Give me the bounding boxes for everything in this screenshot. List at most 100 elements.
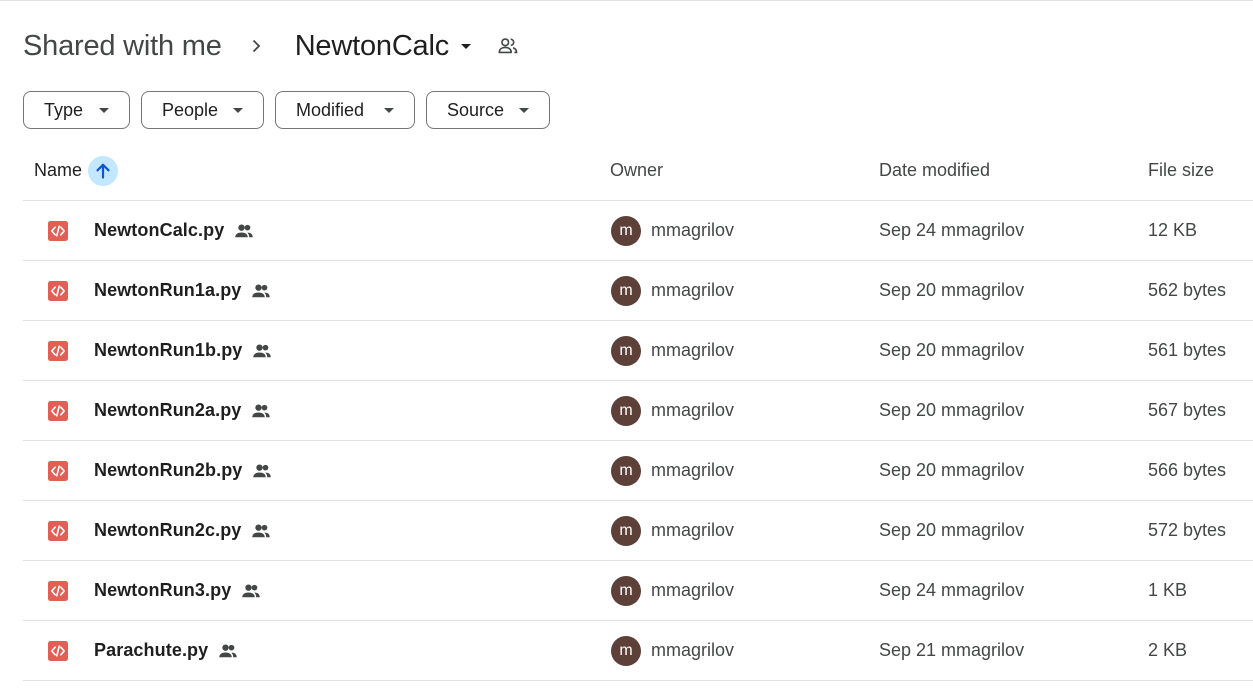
- file-size-column-header[interactable]: File size: [1148, 141, 1214, 200]
- file-name[interactable]: NewtonRun3.py: [94, 580, 231, 601]
- avatar: m: [611, 455, 641, 486]
- date-modified-cell: Sep 20 mmagrilov: [879, 460, 1025, 480]
- caret-down-icon: [233, 107, 243, 113]
- code-file-icon: [47, 580, 69, 602]
- caret-down-icon: [384, 107, 394, 113]
- file-row[interactable]: NewtonRun2b.py m mmagrilov Sep 20 mmagri…: [23, 441, 1253, 501]
- name-cell: NewtonRun1b.py: [47, 321, 272, 380]
- code-file-icon: [47, 340, 69, 362]
- owner-name: mmagrilov: [651, 520, 735, 540]
- filter-type-chip[interactable]: Type: [23, 91, 130, 129]
- share-button[interactable]: [495, 33, 521, 59]
- folder-menu-button[interactable]: NewtonCalc: [294, 29, 472, 63]
- date-modified-cell: Sep 20 mmagrilov: [879, 280, 1025, 300]
- filter-source-label: Source: [447, 99, 505, 120]
- code-file-icon: [47, 520, 69, 542]
- filter-source-chip[interactable]: Source: [426, 91, 550, 129]
- file-name[interactable]: NewtonRun2b.py: [94, 460, 242, 481]
- top-divider: [0, 0, 1253, 1]
- date-modified-cell: Sep 24 mmagrilov: [879, 580, 1025, 600]
- file-name[interactable]: Parachute.py: [94, 640, 208, 661]
- name-cell: NewtonRun1a.py: [47, 261, 271, 320]
- owner-cell: m mmagrilov: [611, 621, 734, 680]
- date-modified-cell: Sep 20 mmagrilov: [879, 340, 1025, 360]
- shared-people-icon: [251, 281, 271, 301]
- file-size-cell: 567 bytes: [1148, 400, 1227, 420]
- file-row[interactable]: NewtonRun3.py m mmagrilov Sep 24 mmagril…: [23, 561, 1253, 621]
- owner-cell: m mmagrilov: [611, 201, 734, 260]
- name-cell: NewtonCalc.py: [47, 201, 254, 260]
- code-file-icon: [47, 280, 69, 302]
- file-size-cell: 561 bytes: [1148, 340, 1227, 360]
- filter-people-label: People: [162, 99, 219, 120]
- owner-cell: m mmagrilov: [611, 441, 734, 500]
- owner-name: mmagrilov: [651, 340, 735, 360]
- filter-modified-chip[interactable]: Modified: [275, 91, 415, 129]
- file-size-cell: 2 KB: [1148, 640, 1188, 660]
- file-rows: NewtonCalc.py m mmagrilov Sep 24 mmagril…: [23, 201, 1253, 681]
- caret-down-icon: [461, 43, 472, 49]
- file-size-cell: 12 KB: [1148, 220, 1198, 240]
- owner-column-header[interactable]: Owner: [610, 141, 663, 200]
- file-name[interactable]: NewtonCalc.py: [94, 220, 224, 241]
- avatar: m: [611, 635, 641, 666]
- avatar: m: [611, 335, 641, 366]
- owner-cell: m mmagrilov: [611, 321, 734, 380]
- code-file-icon: [47, 460, 69, 482]
- name-cell: NewtonRun3.py: [47, 561, 261, 620]
- filter-modified-label: Modified: [296, 99, 365, 120]
- file-name[interactable]: NewtonRun2a.py: [94, 400, 241, 421]
- folder-title: NewtonCalc: [294, 29, 450, 62]
- file-size-cell: 566 bytes: [1148, 460, 1227, 480]
- file-row[interactable]: NewtonRun2a.py m mmagrilov Sep 20 mmagri…: [23, 381, 1253, 441]
- owner-cell: m mmagrilov: [611, 261, 734, 320]
- avatar: m: [611, 575, 641, 606]
- file-row[interactable]: Parachute.py m mmagrilov Sep 21 mmagrilo…: [23, 621, 1253, 681]
- file-row[interactable]: NewtonCalc.py m mmagrilov Sep 24 mmagril…: [23, 201, 1253, 261]
- filter-type-label: Type: [44, 99, 84, 120]
- owner-name: mmagrilov: [651, 460, 735, 480]
- shared-people-icon: [252, 341, 272, 361]
- shared-people-icon: [251, 401, 271, 421]
- code-file-icon: [47, 220, 69, 242]
- file-name[interactable]: NewtonRun1b.py: [94, 340, 242, 361]
- shared-people-icon: [252, 461, 272, 481]
- file-name[interactable]: NewtonRun1a.py: [94, 280, 241, 301]
- caret-down-icon: [519, 107, 529, 113]
- date-modified-cell: Sep 21 mmagrilov: [879, 640, 1025, 660]
- owner-name: mmagrilov: [651, 220, 735, 240]
- owner-name: mmagrilov: [651, 400, 735, 420]
- owner-cell: m mmagrilov: [611, 501, 734, 560]
- name-cell: Parachute.py: [47, 621, 238, 680]
- sort-direction-button[interactable]: [88, 155, 119, 186]
- breadcrumb: Shared with me NewtonCalc: [23, 24, 521, 68]
- shared-people-icon: [241, 581, 261, 601]
- filter-chips: Type People Modified Source: [23, 91, 550, 129]
- name-cell: NewtonRun2c.py: [47, 501, 271, 560]
- file-row[interactable]: NewtonRun2c.py m mmagrilov Sep 20 mmagri…: [23, 501, 1253, 561]
- shared-people-icon: [498, 38, 518, 54]
- owner-cell: m mmagrilov: [611, 381, 734, 440]
- file-name[interactable]: NewtonRun2c.py: [94, 520, 241, 541]
- date-modified-cell: Sep 20 mmagrilov: [879, 400, 1025, 420]
- date-modified-cell: Sep 24 mmagrilov: [879, 220, 1025, 240]
- file-size-cell: 1 KB: [1148, 580, 1188, 600]
- file-row[interactable]: NewtonRun1a.py m mmagrilov Sep 20 mmagri…: [23, 261, 1253, 321]
- shared-people-icon: [218, 641, 238, 661]
- code-file-icon: [47, 400, 69, 422]
- table-header: Name Owner Date modified File size: [23, 141, 1253, 201]
- name-cell: NewtonRun2b.py: [47, 441, 272, 500]
- owner-name: mmagrilov: [651, 280, 735, 300]
- avatar: m: [611, 275, 641, 306]
- avatar: m: [611, 395, 641, 426]
- filter-people-chip[interactable]: People: [141, 91, 264, 129]
- date-modified-column-header[interactable]: Date modified: [879, 141, 990, 200]
- name-header-label: Name: [34, 160, 83, 180]
- file-row[interactable]: NewtonRun1b.py m mmagrilov Sep 20 mmagri…: [23, 321, 1253, 381]
- name-column-header[interactable]: Name: [34, 141, 119, 200]
- shared-people-icon: [234, 221, 254, 241]
- file-size-cell: 562 bytes: [1148, 280, 1227, 300]
- breadcrumb-shared-with-me[interactable]: Shared with me: [23, 30, 222, 63]
- avatar: m: [611, 215, 641, 246]
- shared-people-icon: [251, 521, 271, 541]
